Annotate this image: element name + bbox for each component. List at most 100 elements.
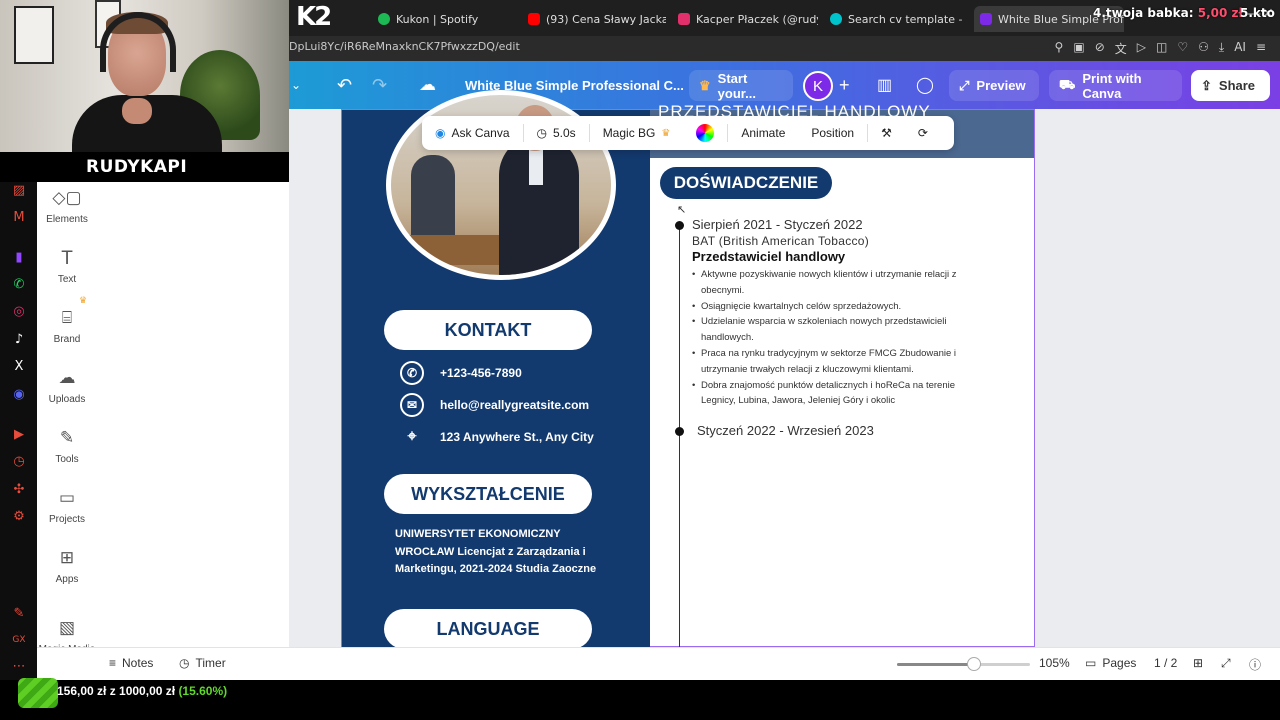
notes-button[interactable]: ≡ Notes — [109, 656, 153, 670]
phone-row[interactable]: ✆ +123-456-7890 — [400, 361, 522, 385]
sidebar-item-uploads[interactable]: ☁ Uploads — [37, 368, 97, 405]
photo-shirt — [529, 145, 543, 185]
chevron-down-icon[interactable]: ⌄ — [291, 61, 301, 109]
browser-toolbar: ⚲ ▣ ⊘ 文 ▷ ◫ ♡ ⚇ ⤓ AI ≡ — [1055, 40, 1266, 57]
more-icon[interactable]: ⋯ — [11, 658, 27, 674]
position-button[interactable]: Position — [798, 126, 867, 140]
ai-button[interactable]: AI — [1234, 40, 1246, 57]
profile-icon[interactable]: ⚇ — [1198, 40, 1209, 57]
preview-button[interactable]: ⤢ Preview — [949, 70, 1039, 101]
experience-heading[interactable]: DOŚWIADCZENIE — [660, 167, 832, 199]
start-trial-button[interactable]: ♛ Start your... — [689, 70, 793, 101]
mail-icon[interactable]: M — [11, 209, 27, 225]
tab-instagram[interactable]: Kacper Płaczek (@rudyk — [678, 6, 818, 32]
tab-spotify[interactable]: Kukon | Spotify — [378, 6, 498, 32]
share-icon: ⇪ — [1201, 77, 1212, 93]
tab-label: Kukon | Spotify — [396, 12, 479, 26]
player-icon[interactable]: ▶ — [11, 426, 27, 442]
download-icon[interactable]: ⤓ — [1219, 40, 1224, 57]
magic-bg-button[interactable]: Magic BG ♛ — [590, 126, 684, 140]
animate-button[interactable]: Animate — [728, 126, 798, 140]
tab-label: (93) Cena Sławy Jackas — [546, 12, 666, 26]
zoom-slider-handle[interactable] — [967, 657, 982, 671]
sidebar-item-apps[interactable]: ⊞ Apps — [37, 548, 97, 585]
color-button[interactable] — [683, 124, 727, 142]
overlay-ticker: 4.twoja babka: 5,00 zł — [1093, 6, 1243, 20]
more-options-icon[interactable]: ⟳ — [905, 126, 941, 140]
whatsapp-icon[interactable]: ✆ — [11, 276, 27, 292]
tools-icon: ✎ — [59, 428, 75, 447]
job1-bullets[interactable]: Aktywne pozyskiwanie nowych klientów i u… — [692, 267, 992, 409]
job2-dates[interactable]: Styczeń 2022 - Wrzesień 2023 — [697, 423, 874, 438]
tab-canva-search[interactable]: Search cv template - Ca — [830, 6, 964, 32]
paint-format-icon[interactable]: ⚒ — [868, 126, 905, 140]
collections-icon[interactable]: ◫ — [1156, 40, 1167, 57]
education-heading[interactable]: WYKSZTAŁCENIE — [384, 474, 592, 514]
sidebar-item-projects[interactable]: ▭ Projects — [37, 488, 97, 525]
photo-background-person — [411, 155, 455, 245]
tab-youtube[interactable]: (93) Cena Sławy Jackas — [528, 6, 666, 32]
help-icon[interactable]: ⓘ — [1249, 656, 1261, 673]
pin-icon[interactable]: ✎ — [11, 605, 27, 621]
ask-canva-button[interactable]: ◉ Ask Canva — [422, 126, 523, 140]
email-row[interactable]: ✉ hello@reallygreatsite.com — [400, 393, 589, 417]
tiktok-icon[interactable]: ♪ — [11, 331, 27, 347]
streamer-hand — [122, 98, 152, 124]
education-text[interactable]: UNIWERSYTET EKONOMICZNY WROCŁAW Licencja… — [395, 526, 609, 579]
tab-label: Search cv template - Ca — [848, 12, 964, 26]
streamer-name: RUDYKAPI — [0, 152, 289, 182]
list-item: Dobra znajomość punktów detalicznych i h… — [692, 378, 992, 410]
undo-icon[interactable]: ↶ — [337, 61, 352, 109]
twitch-icon[interactable]: ▮ — [11, 249, 27, 265]
settings-icon[interactable]: ⚙ — [11, 508, 27, 524]
cv-page[interactable]: KONTAKT ✆ +123-456-7890 ✉ hello@reallygr… — [341, 90, 1035, 649]
element-toolbar: ◉ Ask Canva ◷ 5.0s Magic BG ♛ Animate Po… — [422, 116, 954, 150]
avatar[interactable]: K — [803, 71, 833, 101]
redo-icon[interactable]: ↷ — [372, 61, 387, 109]
fullscreen-icon[interactable]: ⤢ — [1221, 656, 1231, 671]
address-row[interactable]: ⌖ 123 Anywhere St., Any City — [400, 425, 593, 449]
duration-button[interactable]: ◷ 5.0s — [524, 126, 589, 140]
language-heading[interactable]: LANGUAGE — [384, 609, 592, 649]
history-icon[interactable]: ◷ — [11, 453, 27, 469]
grid-view-icon[interactable]: ⊞ — [1193, 656, 1203, 670]
translate-icon[interactable]: 文 — [1115, 40, 1127, 57]
job1-company[interactable]: BAT (British American Tobacco) — [692, 234, 869, 248]
app-icon[interactable]: ▨ — [11, 182, 27, 198]
block-icon[interactable]: ⊘ — [1095, 40, 1105, 57]
sidebar-item-tools[interactable]: ✎ Tools — [37, 428, 97, 465]
expand-icon: ⤢ — [959, 77, 970, 93]
contact-heading[interactable]: KONTAKT — [384, 310, 592, 350]
timeline-dot — [675, 427, 684, 436]
sidebar-item-text[interactable]: T Text — [37, 248, 97, 285]
play-icon[interactable]: ▷ — [1137, 40, 1146, 57]
instagram-icon[interactable]: ◎ — [11, 303, 27, 319]
print-with-canva-button[interactable]: ⛟ Print with Canva — [1049, 70, 1182, 101]
heart-icon[interactable]: ♡ — [1177, 40, 1188, 57]
canva-icon — [980, 13, 992, 25]
url-field[interactable]: DpLui8Yc/iR6ReMnaxknCK7PfwxzzDQ/edit — [289, 40, 520, 53]
pin-icon[interactable]: ⚲ — [1055, 40, 1064, 57]
phone-icon: ✆ — [400, 361, 424, 385]
timer-button[interactable]: ◷ Timer — [179, 656, 226, 670]
tab-label: Kacper Płaczek (@rudyk — [696, 12, 818, 26]
gx-icon[interactable]: GX — [11, 632, 27, 648]
page-count: 1 / 2 — [1154, 656, 1178, 670]
x-icon[interactable]: X — [11, 358, 27, 374]
screenshot-icon[interactable]: ▣ — [1073, 40, 1084, 57]
sidebar-item-brand[interactable]: ⌸ Brand — [37, 308, 97, 345]
share-button[interactable]: ⇪ Share — [1191, 70, 1270, 101]
job1-dates[interactable]: Sierpień 2021 - Styczeń 2022 — [692, 217, 863, 232]
pages-button[interactable]: ▭ Pages — [1085, 656, 1136, 670]
zoom-value[interactable]: 105% — [1039, 656, 1070, 670]
zoom-slider[interactable] — [897, 657, 1030, 671]
job1-role[interactable]: Przedstawiciel handlowy — [692, 249, 845, 264]
extensions-icon[interactable]: ✣ — [11, 481, 27, 497]
truck-icon: ⛟ — [1059, 76, 1076, 92]
discord-icon[interactable]: ◉ — [11, 386, 27, 402]
sidebar-item-elements[interactable]: ◇▢ Elements — [37, 188, 97, 225]
menu-icon[interactable]: ≡ — [1256, 40, 1266, 57]
list-item: Aktywne pozyskiwanie nowych klientów i u… — [692, 267, 992, 299]
overlay-logo: K2 — [296, 2, 332, 32]
notes-icon: ≡ — [109, 656, 117, 670]
